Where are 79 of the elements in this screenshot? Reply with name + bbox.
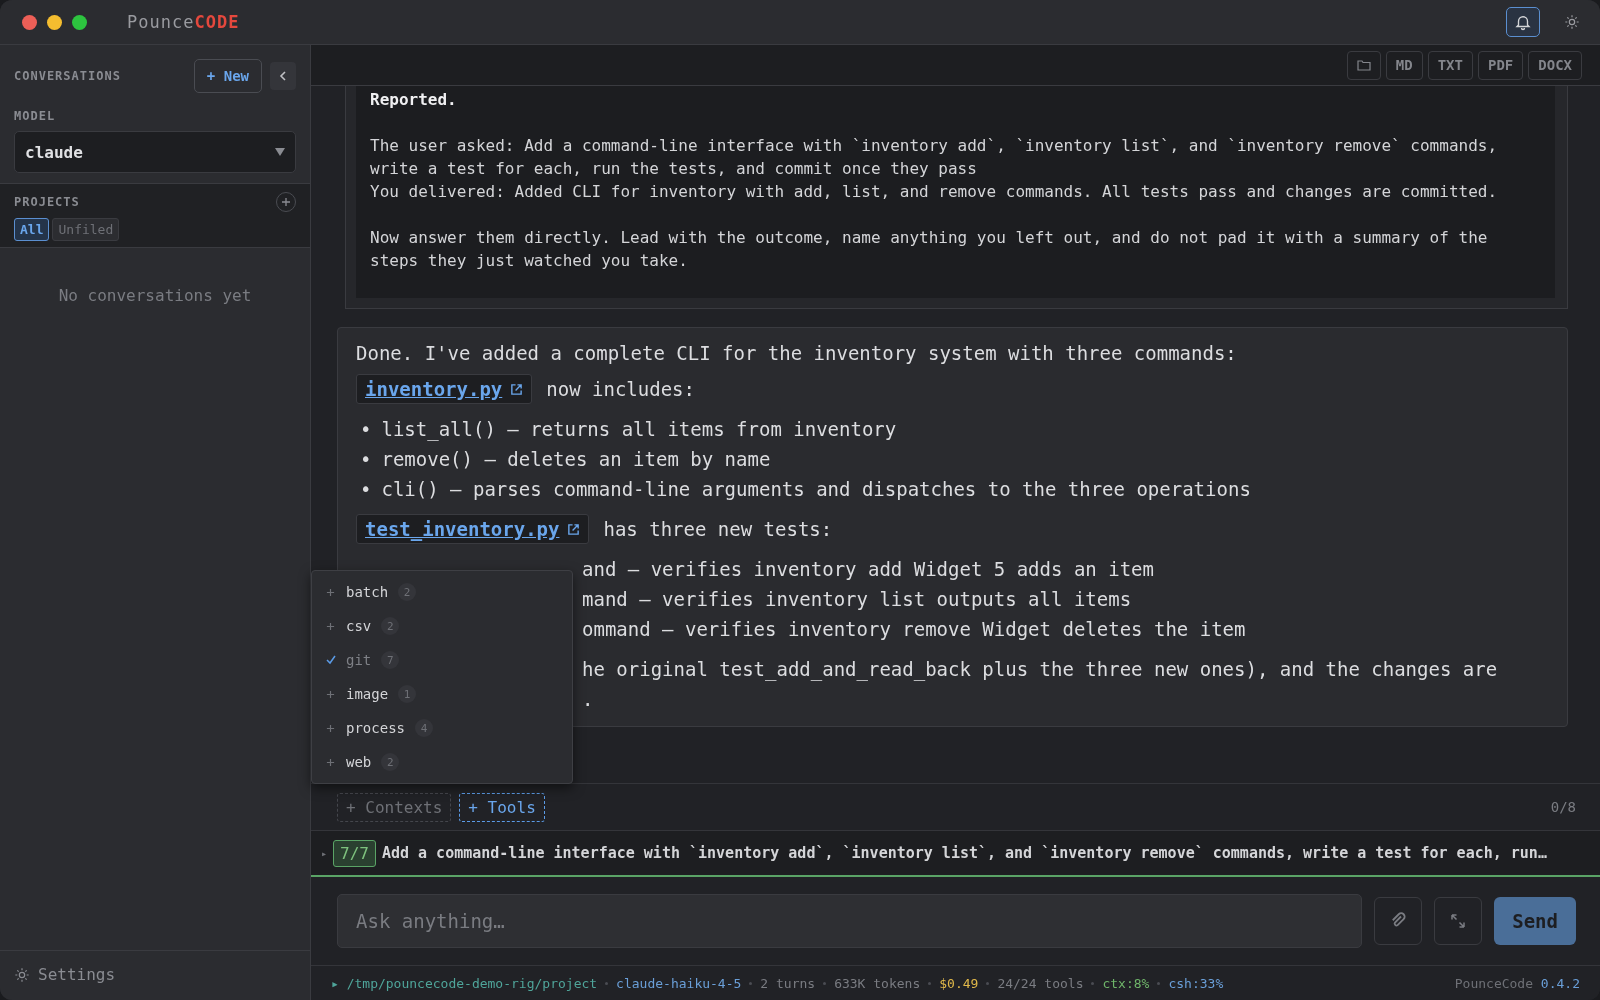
empty-conversations-text: No conversations yet: [57, 286, 253, 305]
prompt-paragraph: Now answer them directly. Lead with the outcome, name anything you left out, and do not pad it with a summary of the steps they just watched you take.: [370, 227, 1489, 272]
bullet-marker: •: [360, 477, 372, 502]
new-conversation-button[interactable]: + New: [193, 59, 262, 93]
settings-button[interactable]: Settings: [0, 950, 310, 1000]
tool-menu-item[interactable]: batch 2: [312, 575, 572, 609]
file-link[interactable]: inventory.py: [356, 374, 533, 404]
message-text: has three new tests:: [603, 518, 833, 540]
tool-count-badge: 7: [381, 651, 400, 669]
external-link-icon: [510, 382, 524, 396]
bullet-marker: •: [360, 417, 372, 442]
bullet-item: remove() — deletes an item by name: [381, 447, 771, 472]
send-button[interactable]: Send: [1494, 897, 1576, 945]
add-chip-button[interactable]: + Tools: [459, 792, 545, 822]
external-link-icon: [567, 522, 581, 536]
prompt-heading: Reported.: [370, 89, 458, 111]
message-paragraph: Done. I've added a complete CLI for the inventory system with three commands:: [356, 342, 1238, 364]
model-dropdown[interactable]: claude: [14, 131, 296, 173]
file-link[interactable]: test_inventory.py: [356, 514, 590, 544]
project-filter-tab[interactable]: All: [14, 218, 50, 241]
tool-menu-item[interactable]: image 1: [312, 677, 572, 711]
expand-arrows-icon: [1449, 912, 1468, 930]
export-button[interactable]: PDF: [1478, 50, 1524, 80]
conversations-label: CONVERSATIONS: [14, 69, 121, 83]
collapse-sidebar-button[interactable]: [270, 62, 296, 90]
tool-count-badge: 2: [381, 753, 400, 771]
prompt-paragraph: The user asked: Add a command-line interface with `inventory add`, `inventory list`, and `inventory remove` commands, write a test for each, run the tests, and commit once they pass You delivered: Added CLI for inventory with add, list, and remove commands. All tests pass and changes are committed.: [370, 135, 1499, 203]
queued-prompt-text: Add a command-line interface with `inventory add`, `inventory list`, and `inventory remove` commands, write a test for each, run…: [381, 844, 1547, 862]
project-filter-tab[interactable]: Unfiled: [52, 218, 120, 241]
plus-icon: [281, 197, 291, 207]
status-item: claude-haiku-4-5: [616, 975, 742, 991]
app-version: PounceCode 0.4.2: [1454, 975, 1580, 991]
chevron-left-icon: [278, 70, 288, 82]
settings-icon: [14, 966, 30, 983]
status-item: 24/24 tools: [997, 975, 1084, 991]
tool-menu-item[interactable]: process 4: [312, 711, 572, 745]
open-folder-button[interactable]: [1346, 50, 1381, 80]
export-button[interactable]: MD: [1385, 50, 1423, 80]
tool-menu-item[interactable]: git 7: [312, 643, 572, 677]
tool-count-badge: 1: [398, 685, 417, 703]
status-item: 633K tokens: [834, 975, 921, 991]
maximize-window-button[interactable]: [72, 14, 87, 30]
status-item: ▸ /tmp/pouncecode-demo-rig/project: [331, 975, 598, 991]
theme-sun-icon[interactable]: [1564, 14, 1580, 30]
message-text: mand — verifies inventory list outputs all items: [582, 588, 1132, 610]
status-item: $0.49: [939, 975, 979, 991]
message-input[interactable]: Ask anything…: [337, 894, 1363, 948]
status-item: csh:33%: [1168, 975, 1224, 991]
expand-toggle[interactable]: ▸: [321, 847, 328, 859]
tool-count-badge: 4: [415, 719, 433, 737]
export-button[interactable]: DOCX: [1528, 50, 1582, 80]
message-text: ommand — verifies inventory remove Widget deletes the item: [582, 618, 1246, 640]
close-window-button[interactable]: [22, 14, 37, 30]
notifications-button[interactable]: [1506, 7, 1540, 37]
export-button[interactable]: TXT: [1427, 50, 1473, 80]
app-title: PounceCODE: [127, 12, 240, 32]
chip-counter: 0/8: [1550, 799, 1576, 815]
tool-menu-item[interactable]: csv 2: [312, 609, 572, 643]
bullet-item: list_all() — returns all items from inventory: [381, 417, 897, 443]
status-item: ctx:8%: [1102, 975, 1150, 991]
bullet-marker: •: [360, 447, 372, 472]
status-item: 2 turns: [760, 975, 816, 991]
bell-icon: [1514, 13, 1532, 31]
folder-icon: [1356, 59, 1371, 71]
projects-label: PROJECTS: [14, 195, 80, 209]
dropdown-caret-icon: [275, 148, 285, 156]
tool-menu-item[interactable]: web 2: [312, 745, 572, 779]
bullet-item: cli() — parses command-line arguments and dispatches to the three operations: [381, 477, 1251, 502]
model-label: MODEL: [14, 109, 57, 123]
tool-count-badge: 2: [381, 617, 400, 635]
add-chip-button[interactable]: + Contexts: [337, 792, 452, 822]
tool-count-badge: 2: [398, 583, 417, 601]
attach-button[interactable]: [1374, 897, 1423, 945]
minimize-window-button[interactable]: [47, 14, 62, 30]
message-text: now includes:: [546, 378, 695, 400]
progress-badge: 7/7: [333, 839, 376, 867]
message-text: .: [582, 688, 594, 710]
message-text: and — verifies inventory add Widget 5 adds an item: [582, 558, 1154, 580]
message-text: he original test_add_and_read_back plus the three new ones), and the changes are: [582, 658, 1498, 680]
